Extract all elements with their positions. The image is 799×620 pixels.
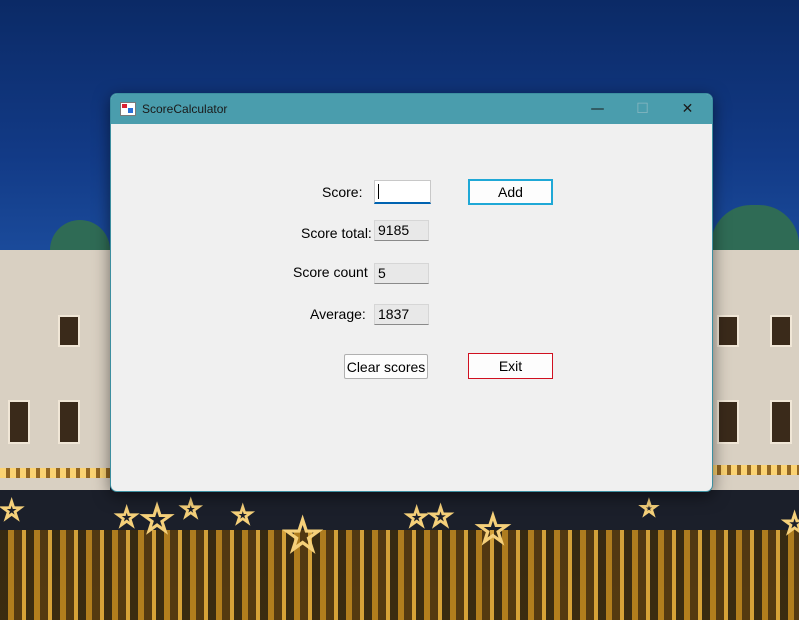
star-decoration-icon: ☆ [404,503,429,533]
string-lights [711,465,799,475]
score-label: Score: [322,184,363,200]
maximize-button[interactable]: ☐ [620,94,665,124]
star-decoration-icon: ☆ [427,500,454,533]
exit-button[interactable]: Exit [468,353,553,379]
score-count-label: Score count [293,264,368,280]
star-decoration-icon: ☆ [179,495,202,523]
minimize-button[interactable]: — [575,94,620,124]
clear-scores-button[interactable]: Clear scores [344,354,428,379]
window-title: ScoreCalculator [142,102,228,116]
star-decoration-icon: ☆ [231,501,254,529]
palace-window [8,400,30,444]
score-total-label: Score total: [301,225,372,241]
title-bar[interactable]: ScoreCalculator — ☐ ✕ [111,94,712,124]
star-decoration-icon: ☆ [781,507,799,540]
star-decoration-icon: ☆ [139,497,175,541]
palace-roof-left [50,220,110,250]
palace-right [711,250,799,490]
star-decoration-icon: ☆ [0,496,24,526]
palace-roof-right [711,205,799,250]
palace-left [0,250,110,490]
score-total-field: 9185 [374,220,429,241]
score-calculator-window: ScoreCalculator — ☐ ✕ Score: Score total… [110,93,713,492]
palace-window [717,315,739,347]
average-label: Average: [310,306,366,322]
palace-window [58,400,80,444]
score-input[interactable] [374,180,431,204]
string-lights [0,468,110,478]
app-form-icon [120,102,136,116]
palace-window [717,400,739,444]
score-count-field: 5 [374,263,429,284]
add-button[interactable]: Add [468,179,553,205]
star-decoration-icon: ☆ [281,508,324,562]
palace-window [770,400,792,444]
average-field: 1837 [374,304,429,325]
star-decoration-icon: ☆ [474,507,512,553]
palace-window [770,315,792,347]
star-decoration-icon: ☆ [639,496,659,520]
palace-window [58,315,80,347]
text-caret [378,184,379,199]
water-reflection [0,530,799,620]
close-button[interactable]: ✕ [665,94,710,124]
star-decoration-icon: ☆ [114,503,139,533]
